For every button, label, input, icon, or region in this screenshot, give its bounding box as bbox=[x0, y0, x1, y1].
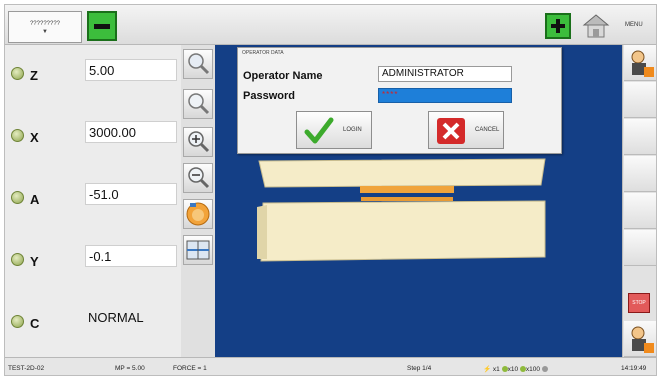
operator-button[interactable] bbox=[624, 45, 656, 81]
password-field[interactable]: **** bbox=[378, 88, 512, 103]
lock-icon[interactable] bbox=[11, 67, 24, 80]
dialog-title: OPERATOR DATA bbox=[242, 50, 284, 56]
axis-label: Y bbox=[30, 254, 39, 269]
axis-row-y: Y -0.1 bbox=[5, 231, 181, 291]
zoom-in-button[interactable] bbox=[183, 127, 213, 157]
view-3d-button[interactable] bbox=[183, 235, 213, 265]
operator-name-label: Operator Name bbox=[243, 70, 323, 82]
operator-setup-button[interactable] bbox=[624, 321, 656, 357]
axis-label: C bbox=[30, 316, 40, 331]
minus-button[interactable] bbox=[87, 11, 117, 41]
mode-select[interactable]: ????????? ▼ bbox=[8, 11, 82, 43]
operator-name-field[interactable]: ADMINISTRATOR bbox=[378, 66, 512, 82]
login-label: LOGIN bbox=[343, 127, 362, 133]
axis-value-field[interactable]: -0.1 bbox=[85, 245, 177, 267]
mp-value: MP = 5.00 bbox=[115, 365, 145, 372]
zoom-fit-icon bbox=[188, 53, 210, 75]
password-label: Password bbox=[243, 90, 295, 102]
status-bar: TEST-2D-02 MP = 5.00 FORCE = 1 Step 1/4 … bbox=[5, 357, 656, 375]
zoom-out-button[interactable] bbox=[183, 163, 213, 193]
axis-value-field[interactable]: 5.00 bbox=[85, 59, 177, 81]
right-button-column: STOP bbox=[622, 45, 656, 357]
top-toolbar: ????????? ▼ MENU bbox=[5, 5, 656, 45]
magnifier-icon bbox=[188, 93, 210, 115]
view-tool-column bbox=[181, 45, 215, 357]
stop-button[interactable]: STOP bbox=[628, 293, 650, 313]
lock-icon[interactable] bbox=[11, 129, 24, 142]
operator-icon bbox=[631, 50, 654, 77]
force-value: FORCE = 1 bbox=[173, 365, 207, 372]
mode-select-value: ????????? bbox=[29, 21, 61, 27]
chevron-down-icon: ▼ bbox=[42, 29, 48, 35]
clock: 14:19:49 bbox=[621, 365, 647, 372]
machine-screen: ????????? ▼ MENU Z 5.00 X 3000.00 A -51.… bbox=[4, 4, 657, 376]
checkmark-icon bbox=[304, 117, 334, 144]
side-button-6[interactable] bbox=[624, 230, 656, 266]
cancel-button[interactable]: CANCEL bbox=[428, 111, 504, 149]
rotate-view-button[interactable] bbox=[183, 199, 213, 229]
step-counter: Step 1/4 bbox=[407, 365, 432, 372]
zoom-in-icon bbox=[188, 131, 210, 153]
menu-button[interactable]: MENU bbox=[625, 22, 643, 28]
axis-row-x: X 3000.00 bbox=[5, 107, 181, 167]
side-button-2[interactable] bbox=[624, 82, 656, 118]
axis-row-a: A -51.0 bbox=[5, 169, 181, 229]
x10-label: x10 bbox=[507, 366, 519, 373]
zoom-out-icon bbox=[188, 167, 210, 189]
cancel-label: CANCEL bbox=[475, 127, 500, 133]
lock-icon[interactable] bbox=[11, 315, 24, 328]
axis-row-c: C NORMAL bbox=[5, 293, 181, 353]
x100-label: x100 bbox=[525, 366, 540, 373]
close-icon bbox=[437, 118, 465, 144]
operator-login-dialog: OPERATOR DATA Operator Name ADMINISTRATO… bbox=[237, 47, 562, 154]
rotate-icon bbox=[186, 202, 210, 226]
program-name: TEST-2D-02 bbox=[8, 365, 45, 372]
axis-value-field[interactable]: 3000.00 bbox=[85, 121, 177, 143]
status-indicator-icon bbox=[541, 366, 548, 372]
zoom-window-button[interactable] bbox=[183, 89, 213, 119]
x1-label: x1 bbox=[492, 366, 500, 373]
lock-icon[interactable] bbox=[11, 253, 24, 266]
lightning-icon: ⚡ bbox=[483, 366, 492, 373]
side-button-3[interactable] bbox=[624, 119, 656, 155]
login-button[interactable]: LOGIN bbox=[296, 111, 372, 149]
axis-panel: Z 5.00 X 3000.00 A -51.0 Y -0.1 C NORMAL bbox=[5, 45, 181, 357]
axis-value-field: NORMAL bbox=[88, 310, 144, 325]
axis-label: X bbox=[30, 130, 39, 145]
home-icon[interactable] bbox=[581, 11, 611, 41]
side-button-5[interactable] bbox=[624, 193, 656, 229]
operator-icon bbox=[631, 326, 654, 353]
axis-label: Z bbox=[30, 68, 38, 83]
axis-value-field[interactable]: -51.0 bbox=[85, 183, 177, 205]
zoom-fit-button[interactable] bbox=[183, 49, 213, 79]
view-3d-icon bbox=[186, 240, 210, 260]
axis-label: A bbox=[30, 192, 40, 207]
axis-row-z: Z 5.00 bbox=[5, 45, 181, 105]
side-button-4[interactable] bbox=[624, 156, 656, 192]
jog-speed-selector[interactable]: ⚡ x1 x10 x100 bbox=[483, 365, 548, 373]
lock-icon[interactable] bbox=[11, 191, 24, 204]
plus-button[interactable] bbox=[545, 13, 571, 39]
